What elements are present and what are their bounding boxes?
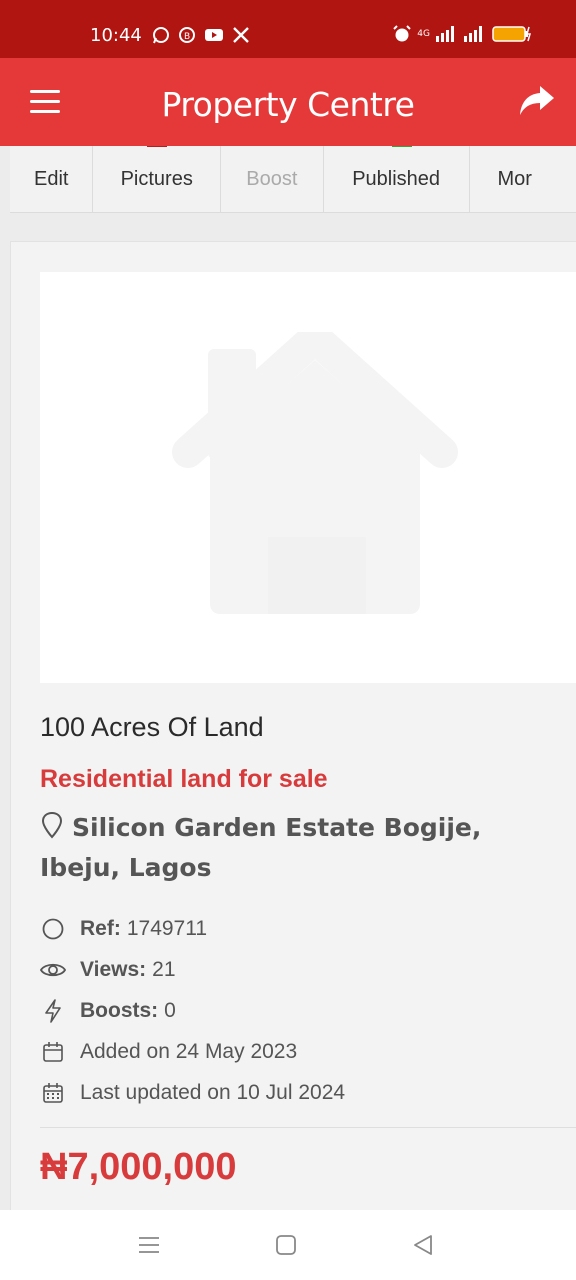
tab-more[interactable]: Mor [470, 146, 576, 212]
added-row: Added on 24 May 2023 [40, 1031, 345, 1072]
location-text: Silicon Garden Estate Bogije, Ibeju, Lag… [40, 813, 482, 882]
lightning-icon [40, 998, 66, 1024]
app-title: Property Centre [161, 85, 415, 124]
alarm-icon [393, 25, 412, 42]
house-placeholder-icon [172, 332, 458, 614]
views-label: Views: [80, 957, 147, 981]
system-nav-bar [0, 1210, 576, 1280]
listing-photo-placeholder[interactable] [40, 272, 576, 683]
listing-card[interactable]: 100 Acres Of Land Residential land for s… [10, 241, 576, 1243]
tab-edit[interactable]: Edit [10, 146, 94, 212]
boosts-value: 0 [164, 998, 176, 1022]
pictures-icon [147, 146, 168, 147]
signal-icon [436, 26, 454, 42]
added-date: Added on 24 May 2023 [80, 1039, 298, 1063]
listing-meta: Ref: 1749711 Views: 21 Boosts: 0 Added o… [40, 908, 345, 1113]
tab-edit-label: Edit [34, 167, 69, 190]
tab-more-label: Mor [497, 167, 532, 190]
tab-boost-label: Boost [246, 167, 298, 190]
back-icon[interactable] [409, 1230, 439, 1260]
action-tabs: Edit Pictures Boost Published Mor [10, 146, 576, 213]
home-icon[interactable] [271, 1230, 301, 1260]
share-icon[interactable] [516, 80, 558, 122]
listing-location: Silicon Garden Estate Bogije, Ibeju, Lag… [40, 808, 560, 888]
recent-apps-icon[interactable] [134, 1230, 164, 1260]
notification-icons: B [152, 26, 250, 44]
calendar-grid-icon [40, 1080, 66, 1106]
tab-published[interactable]: Published [324, 146, 470, 212]
business-icon: B [179, 27, 195, 43]
ref-label: Ref: [80, 916, 121, 940]
tab-pictures[interactable]: Pictures [93, 146, 221, 212]
divider [40, 1127, 576, 1128]
status-bar: 10:44 B 4G [0, 0, 576, 58]
whatsapp-icon [153, 27, 169, 44]
app-bar: Property Centre [0, 58, 576, 146]
signal-icon-2 [464, 26, 482, 42]
boosts-label: Boosts: [80, 998, 159, 1022]
tab-boost[interactable]: Boost [221, 146, 324, 212]
listing-type: Residential land for sale [40, 765, 328, 793]
network-type: 4G [417, 29, 430, 39]
updated-row: Last updated on 10 Jul 2024 [40, 1072, 345, 1113]
svg-text:B: B [184, 32, 190, 42]
listing-price: ₦7,000,000 [40, 1146, 237, 1188]
youtube-icon [205, 29, 223, 41]
published-icon [391, 146, 412, 147]
x-icon [233, 27, 249, 43]
system-icons: 4G [393, 25, 532, 43]
views-row: Views: 21 [40, 949, 345, 990]
updated-date: Last updated on 10 Jul 2024 [80, 1080, 346, 1104]
tab-pictures-label: Pictures [120, 167, 193, 190]
ref-value: 1749711 [126, 916, 208, 940]
views-value: 21 [152, 957, 176, 981]
listing-title[interactable]: 100 Acres Of Land [40, 712, 264, 743]
location-pin-icon [41, 811, 63, 839]
battery-icon [492, 26, 531, 42]
tab-published-label: Published [352, 167, 441, 190]
eye-icon [40, 957, 66, 983]
boosts-row: Boosts: 0 [40, 990, 345, 1031]
ref-row: Ref: 1749711 [40, 908, 345, 949]
circle-icon [40, 916, 66, 942]
status-time: 10:44 [90, 25, 142, 46]
calendar-icon [40, 1039, 66, 1065]
